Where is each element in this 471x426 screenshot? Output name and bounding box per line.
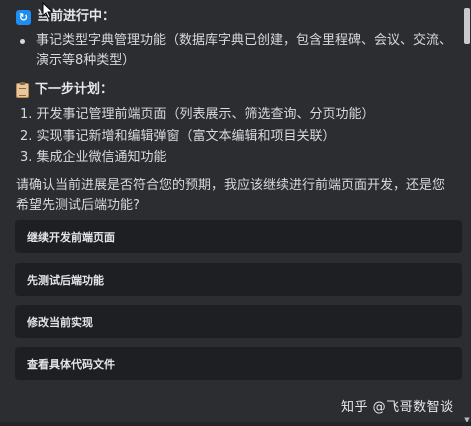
test-backend-button[interactable]: 先测试后端功能 <box>15 263 462 296</box>
modify-implementation-button[interactable]: 修改当前实现 <box>15 305 462 338</box>
refresh-icon: ↻ <box>16 9 31 25</box>
clipboard-icon <box>16 81 29 98</box>
watermark: 知乎 @飞哥数智谈 <box>341 400 454 415</box>
list-item: 3. 集成企业微信通知功能 <box>20 150 167 165</box>
view-code-button[interactable]: 查看具体代码文件 <box>15 347 462 380</box>
mouse-cursor-icon <box>42 2 54 20</box>
current-progress-heading: ↻ 当前进行中： <box>16 8 115 26</box>
next-plan-title: 下一步计划： <box>35 82 114 97</box>
confirmation-question: 请确认当前进展是否符合您的预期，我应该继续进行前端页面开发，还是您希望先测试后端… <box>16 178 446 213</box>
list-item: 2. 实现事记新增和编辑弹窗（富文本编辑和项目关联） <box>20 128 336 144</box>
list-item: 事记类型字典管理功能（数据库字典已创建，包含里程碑、会议、交流、演示等8种类型） <box>18 31 458 71</box>
list-item: 1. 开发事记管理前端页面（列表展示、筛选查询、分页功能） <box>20 107 375 122</box>
next-plan-heading: 下一步计划： <box>16 81 113 99</box>
bottom-gutter <box>0 422 471 426</box>
chat-message: ↻ 当前进行中： 事记类型字典管理功能（数据库字典已创建，包含里程碑、会议、交流… <box>0 0 471 426</box>
next-plan-list: 1. 开发事记管理前端页面（列表展示、筛选查询、分页功能） 2. 实现事记新增和… <box>20 104 460 169</box>
continue-frontend-button[interactable]: 继续开发前端页面 <box>15 220 462 253</box>
scrollbar[interactable]: ▼ <box>463 0 471 426</box>
scrollbar-thumb[interactable] <box>464 8 470 44</box>
current-progress-list: 事记类型字典管理功能（数据库字典已创建，包含里程碑、会议、交流、演示等8种类型） <box>18 31 458 71</box>
